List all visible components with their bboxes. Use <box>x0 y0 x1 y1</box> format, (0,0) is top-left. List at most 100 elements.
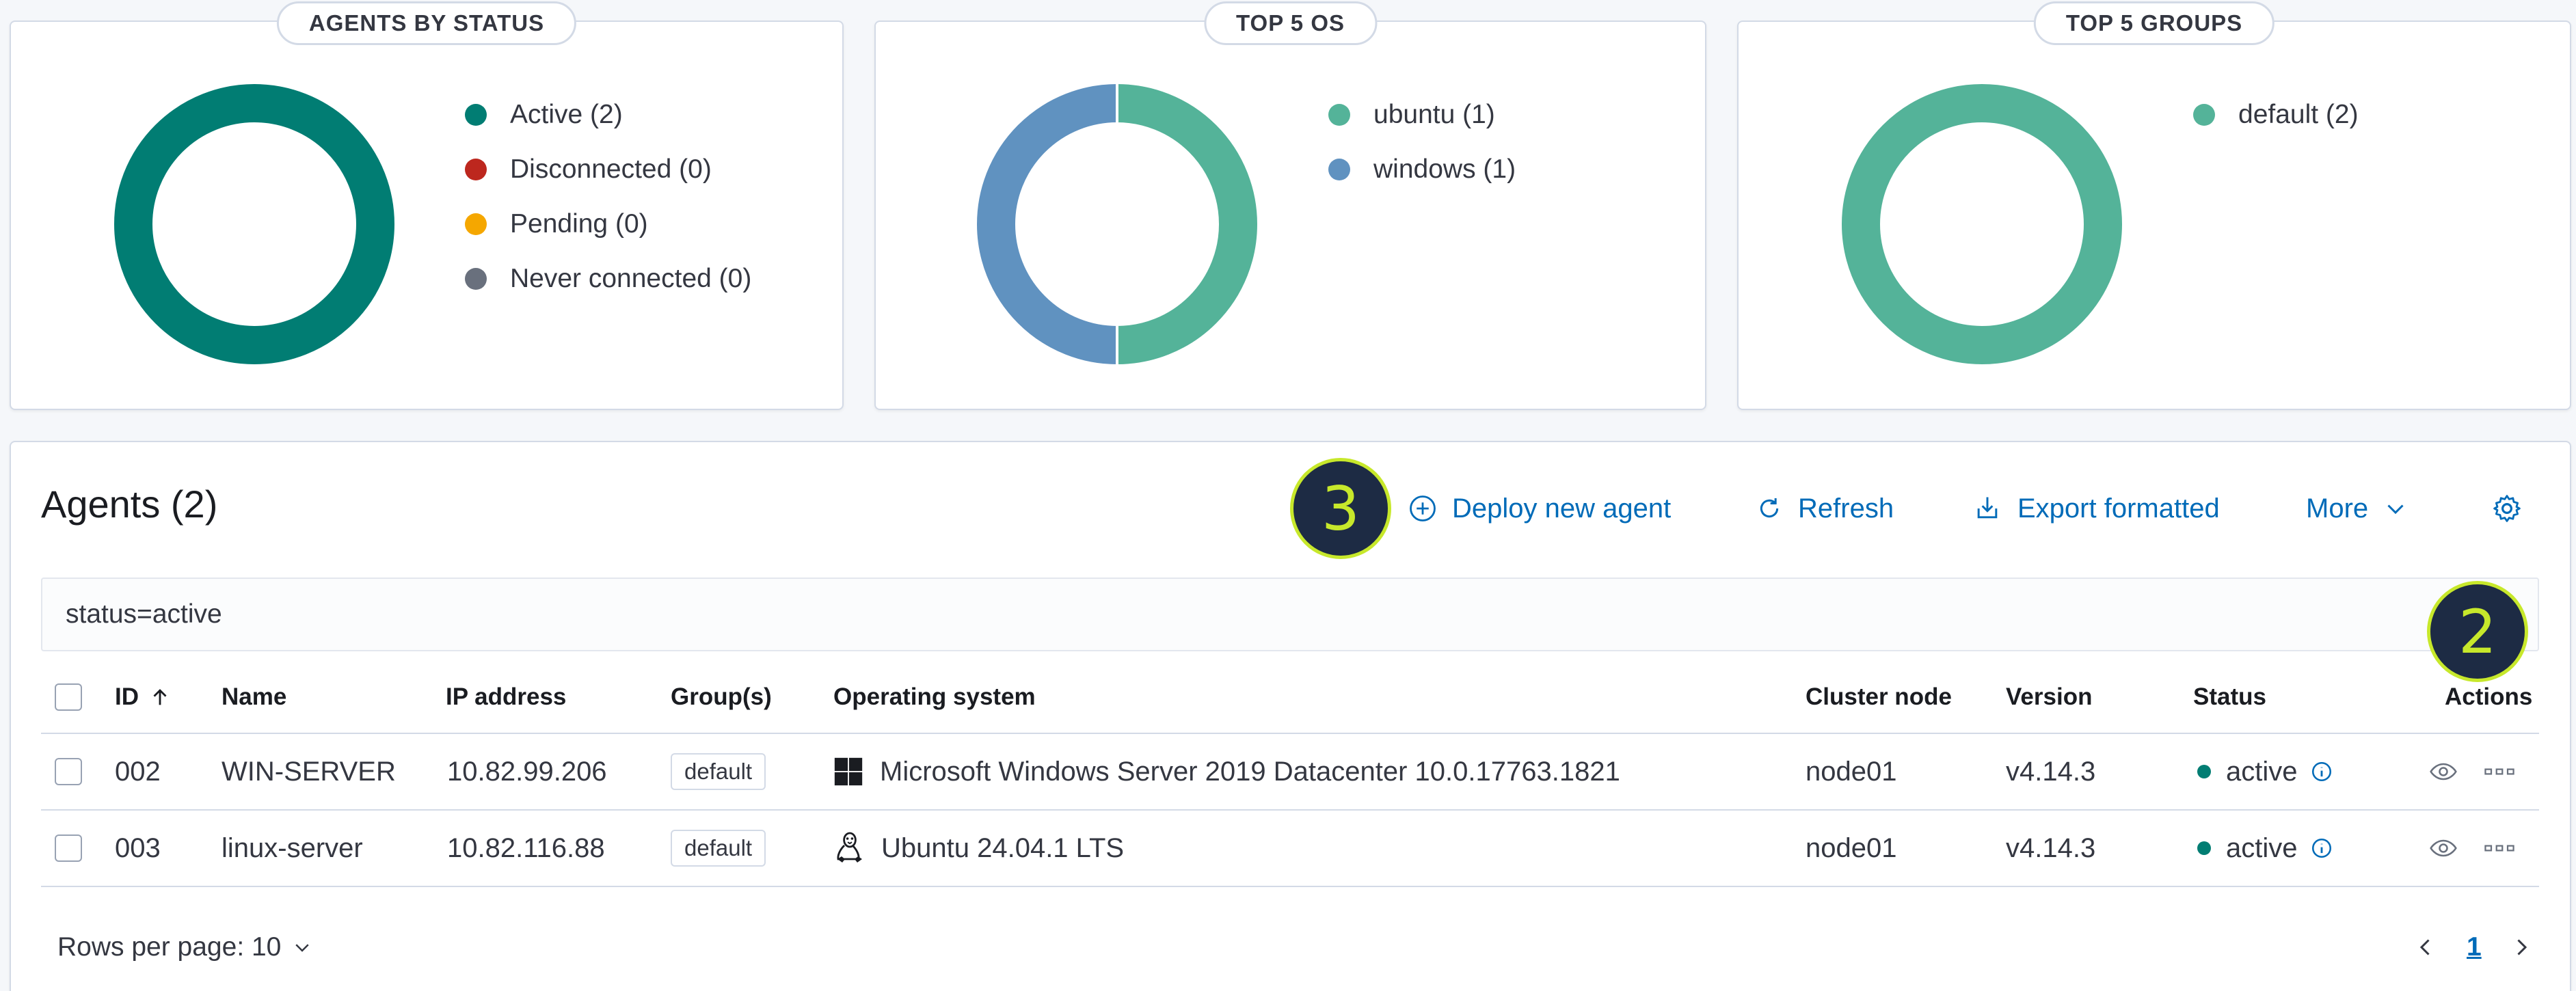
legend-item-pending[interactable]: Pending (0) <box>465 197 751 252</box>
linux-icon <box>837 832 862 863</box>
agent-status: active <box>2197 734 2333 809</box>
status-dot <box>2197 841 2211 855</box>
callout-badge-deploy: 3 <box>1290 458 1391 559</box>
agents-by-status-title: AGENTS BY STATUS <box>276 1 577 45</box>
row-checkbox[interactable] <box>55 758 82 785</box>
select-all-checkbox[interactable] <box>55 683 82 711</box>
legend-label: ubuntu (1) <box>1373 100 1495 129</box>
export-formatted-button[interactable]: Export formatted <box>1972 487 2220 530</box>
row-checkbox-cell[interactable] <box>55 734 82 809</box>
os-windows-segment <box>977 84 1118 364</box>
legend-dot-default <box>2193 104 2215 126</box>
status-legend: Active (2) Disconnected (0) Pending (0) … <box>465 87 751 306</box>
agent-ip: 10.82.116.88 <box>447 832 605 863</box>
chevron-down-icon <box>2387 504 2404 515</box>
column-header-groups[interactable]: Group(s) <box>671 662 772 733</box>
table-row[interactable]: 003 linux-server 10.82.116.88 default Ub… <box>41 811 2539 887</box>
chevron-down-icon <box>295 944 310 952</box>
legend-label: windows (1) <box>1373 154 1516 184</box>
more-actions-icon[interactable] <box>2483 833 2516 863</box>
agent-group-cell: default <box>671 811 766 886</box>
legend-dot-active <box>465 104 487 126</box>
column-header-os[interactable]: Operating system <box>833 662 1036 733</box>
top-os-title: TOP 5 OS <box>1203 1 1378 45</box>
legend-item-default[interactable]: default (2) <box>2193 87 2359 142</box>
agent-status: active <box>2197 811 2333 886</box>
os-ubuntu-segment <box>1116 84 1257 364</box>
column-header-status[interactable]: Status <box>2193 662 2266 733</box>
plus-circle-icon <box>1410 495 1436 521</box>
os-name: Ubuntu 24.04.1 LTS <box>881 832 1125 863</box>
table-header: ID Name IP address Group(s) Operating sy… <box>41 662 2539 734</box>
legend-dot-windows <box>1328 159 1350 180</box>
chevron-left-icon[interactable] <box>2413 935 2438 960</box>
column-label: ID <box>115 683 139 710</box>
legend-item-active[interactable]: Active (2) <box>465 87 751 142</box>
legend-item-windows[interactable]: windows (1) <box>1328 142 1516 197</box>
agent-cluster-node: node01 <box>1806 756 1897 787</box>
refresh-icon <box>1760 498 1779 518</box>
agent-os: Ubuntu 24.04.1 LTS <box>833 811 1124 886</box>
os-donut-chart <box>977 84 1257 364</box>
row-checkbox[interactable] <box>55 834 82 862</box>
column-header-id[interactable]: ID <box>115 662 172 733</box>
status-label: active <box>2226 756 2298 787</box>
column-header-cluster[interactable]: Cluster node <box>1806 662 1952 733</box>
legend-label: Never connected (0) <box>510 264 752 293</box>
export-icon <box>1977 497 1998 519</box>
agent-id: 003 <box>115 832 161 863</box>
select-all-checkbox-cell[interactable] <box>55 662 82 733</box>
os-legend: ubuntu (1) windows (1) <box>1328 87 1516 197</box>
agent-name: WIN-SERVER <box>222 756 396 787</box>
export-label: Export formatted <box>2017 493 2220 524</box>
info-icon[interactable] <box>2310 760 2333 783</box>
agent-cluster-node: node01 <box>1806 832 1897 863</box>
more-actions-icon[interactable] <box>2483 757 2516 787</box>
column-header-name[interactable]: Name <box>222 662 286 733</box>
top-groups-card: TOP 5 GROUPS default (2) <box>1737 1 2571 410</box>
eye-icon[interactable] <box>2428 757 2458 787</box>
legend-item-ubuntu[interactable]: ubuntu (1) <box>1328 87 1516 142</box>
row-checkbox-cell[interactable] <box>55 811 82 886</box>
agent-version: v4.14.3 <box>2006 832 2096 863</box>
page-1-button[interactable]: 1 <box>2467 932 2482 962</box>
info-icon[interactable] <box>2310 837 2333 860</box>
table-row[interactable]: 002 WIN-SERVER 10.82.99.206 default Micr… <box>41 734 2539 811</box>
group-badge[interactable]: default <box>671 753 766 790</box>
top-groups-title: TOP 5 GROUPS <box>2033 1 2275 45</box>
groups-donut-chart <box>1842 84 2122 364</box>
eye-icon[interactable] <box>2428 833 2458 863</box>
deploy-new-agent-button[interactable]: Deploy new agent <box>1408 487 1671 530</box>
agent-id: 002 <box>115 756 161 787</box>
refresh-button[interactable]: Refresh <box>1756 487 1894 530</box>
rows-per-page-label: Rows per page: 10 <box>57 932 282 962</box>
column-header-actions: Actions <box>2445 683 2533 710</box>
more-label: More <box>2306 493 2369 524</box>
chevron-right-icon[interactable] <box>2509 935 2534 960</box>
agent-name: linux-server <box>222 832 363 863</box>
search-input[interactable]: status=active <box>41 578 2539 651</box>
legend-dot-pending <box>465 213 487 235</box>
legend-label: Disconnected (0) <box>510 154 712 184</box>
status-active-segment <box>114 84 394 364</box>
legend-item-disconnected[interactable]: Disconnected (0) <box>465 142 751 197</box>
gear-icon <box>2493 495 2521 522</box>
agents-by-status-card: AGENTS BY STATUS Active (2) Disconnected… <box>10 1 844 410</box>
groups-legend: default (2) <box>2193 87 2359 142</box>
agent-version: v4.14.3 <box>2006 756 2096 787</box>
legend-dot-never-connected <box>465 268 487 290</box>
column-header-version[interactable]: Version <box>2006 662 2092 733</box>
legend-dot-ubuntu <box>1328 104 1350 126</box>
agent-group-cell: default <box>671 734 766 809</box>
legend-label: default (2) <box>2238 100 2359 129</box>
row-actions <box>2428 811 2516 886</box>
rows-per-page-button[interactable]: Rows per page: 10 <box>57 920 312 975</box>
status-donut-chart <box>114 84 394 364</box>
column-header-ip[interactable]: IP address <box>446 662 566 733</box>
table-settings-button[interactable] <box>2491 487 2523 530</box>
legend-item-never-connected[interactable]: Never connected (0) <box>465 252 751 306</box>
more-menu-button[interactable]: More <box>2306 487 2408 530</box>
group-badge[interactable]: default <box>671 830 766 867</box>
top-os-card: TOP 5 OS ubuntu (1) windows (1) <box>874 1 1706 410</box>
agent-ip: 10.82.99.206 <box>447 756 607 787</box>
